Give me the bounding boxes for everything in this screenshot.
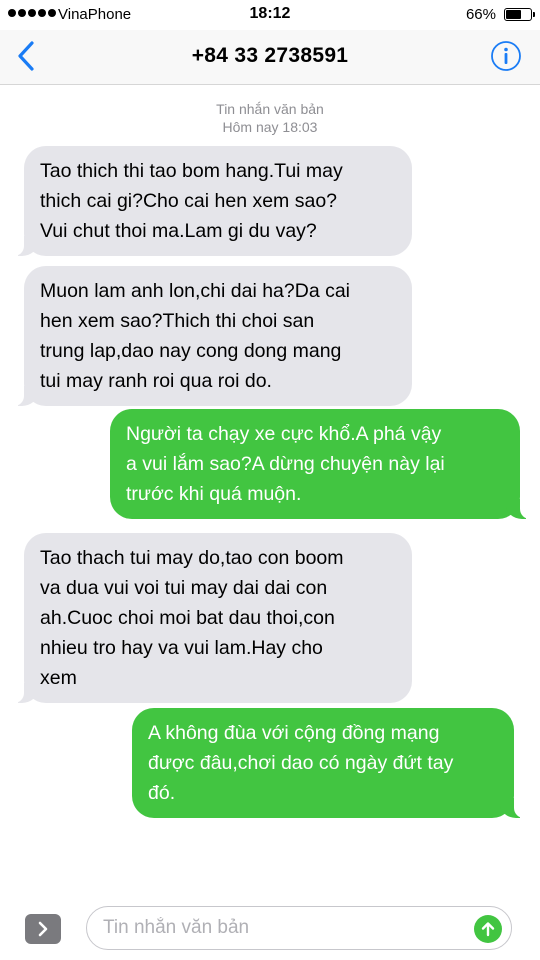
message-composer [0,895,540,960]
outgoing-message-bubble[interactable]: A không đùa với cộng đồng mạng được đâu,… [132,708,524,818]
info-button[interactable] [490,40,522,72]
info-circle-icon [491,41,521,71]
battery-percentage: 66% [465,6,496,23]
expand-apps-button[interactable] [25,914,61,944]
incoming-message-bubble[interactable]: Tao thach tui may do,tao con boom va dua… [14,533,412,703]
incoming-message-bubble[interactable]: Muon lam anh lon,chi dai ha?Da cai hen x… [14,266,412,406]
message-type-label: Tin nhắn văn bản [216,101,324,117]
status-time: 18:12 [249,5,291,22]
message-input[interactable] [86,906,512,950]
contact-phone-number[interactable]: +84 33 2738591 [0,44,540,68]
send-button[interactable] [474,915,502,943]
arrow-up-icon [481,922,495,937]
outgoing-message-bubble[interactable]: Người ta chạy xe cực khổ.A phá vậy a vui… [110,409,530,519]
battery-icon [504,8,535,21]
nav-bar: +84 33 2738591 [0,30,540,85]
incoming-message-bubble[interactable]: Tao thich thi tao bom hang.Tui may thich… [14,146,412,256]
thread-timestamp: Hôm nay 18:03 [222,119,318,135]
status-bar: VinaPhone 18:12 66% [0,0,540,30]
chevron-right-icon [38,921,48,937]
